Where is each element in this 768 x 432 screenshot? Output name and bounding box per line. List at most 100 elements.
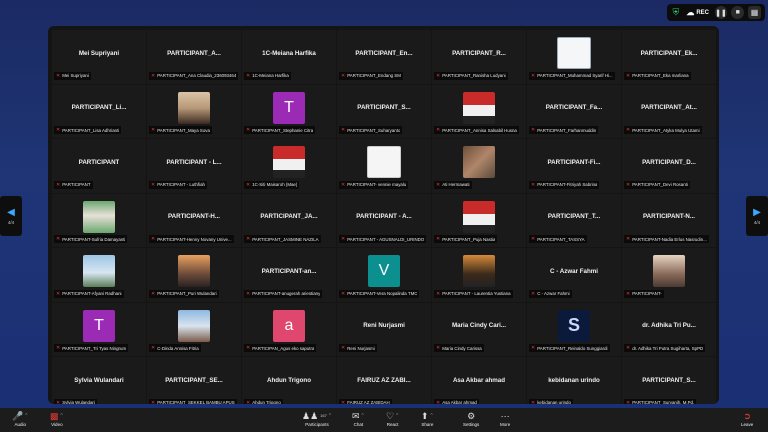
participant-tile[interactable]: V ✕ PARTICIPANT-Vera Nopalinda TMC — [337, 248, 431, 302]
share-button[interactable]: ⬆ ⌃ Share — [421, 410, 434, 427]
participant-name: PARTICIPANT-anugerah ariestiany — [252, 291, 321, 296]
participant-tile[interactable]: FAIRUZ AZ ZABI... ✕ FAIRUZ AZ ZABIDAH — [337, 357, 431, 404]
participant-tile[interactable]: ✕ PARTICIPANT_Puri Wulandari — [147, 248, 241, 302]
participant-tile[interactable]: PARTICIPANT_JA... ✕ PARTICIPANT_JASMINE NA… — [242, 193, 336, 247]
participant-display-name: dr. Adhika Tri Pu... — [642, 322, 696, 329]
audio-button[interactable]: 🎤 ⌃ Audio — [12, 410, 28, 427]
mic-muted-icon: ✕ — [626, 72, 631, 79]
settings-label: Settings — [463, 422, 480, 427]
participant-tile[interactable]: PARTICIPANT_D... ✕ PARTICIPANT_Devi Rosant… — [622, 139, 716, 193]
participant-tile[interactable]: PARTICIPANT_S... ✕ PARTICIPANT_Suryanih, M… — [622, 357, 716, 404]
participant-tile[interactable]: ✕ PARTICIPANT-Afyani Radhani — [52, 248, 146, 302]
participant-tile[interactable]: Asa Akbar ahmad ✕ Asa Akbar ahmad — [432, 357, 526, 404]
participant-tile[interactable]: PARTICIPANT_A... ✕ PARTICIPANT_Ana Claudia… — [147, 30, 241, 84]
participant-display-name: PARTICIPANT-H... — [167, 213, 221, 220]
chevron-up-icon[interactable]: ⌃ — [361, 410, 365, 422]
participant-tile[interactable]: dr. Adhika Tri Pu... ✕ dr. Adhika Tri Putr… — [622, 302, 716, 356]
participant-tile[interactable]: ✕ PARTICIPANT_Muhammad Syarif Hi... — [527, 30, 621, 84]
participant-name-label: ✕ PARTICIPANT_Lisa Adhrianti — [54, 126, 122, 134]
participant-tile[interactable]: PARTICIPANT-N... ✕ PARTICIPANT-Nadia Erlus… — [622, 193, 716, 247]
participant-tile[interactable]: ✕ 1C-Siti Maisaroh (Mae) — [242, 139, 336, 193]
participant-tile[interactable]: Sylvia Wulandari ✕ Sylvia Wulandari — [52, 357, 146, 404]
participant-tile[interactable]: ✕ PARTICIPANT - Laurentia Yustiana — [432, 248, 526, 302]
participant-tile[interactable]: PARTICIPANT ✕ PARTICIPANT — [52, 139, 146, 193]
participant-name: PARTICIPANT_Puri Wulandari — [157, 291, 217, 296]
recording-indicator[interactable]: ☁ REC — [685, 6, 711, 19]
chevron-up-icon[interactable]: ⌃ — [60, 410, 64, 422]
more-button[interactable]: ⋯ More — [500, 410, 510, 427]
participant-tile[interactable]: Reni Nurjasmi ✕ Reni Nurjasmi — [337, 302, 431, 356]
tile-content — [147, 90, 241, 126]
participants-button[interactable]: ♟♟ 167 ⌃ Participants — [302, 410, 332, 427]
participant-tile[interactable]: S ✕ PARTICIPANT_Reinaldo Sunggiardi — [527, 302, 621, 356]
pause-recording-button[interactable]: ❚❚ — [714, 6, 728, 19]
participant-name: PARTICIPANT- vennie mayalu — [347, 182, 407, 187]
participant-tile[interactable]: ✕ PARTICIPANT- — [622, 248, 716, 302]
participant-tile[interactable]: Maria Cindy Cari... ✕ Maria Cindy Carissa — [432, 302, 526, 356]
participant-tile[interactable]: C - Azwar Fahmi ✕ C - Azwar Fahmi — [527, 248, 621, 302]
mic-muted-icon: ✕ — [151, 345, 156, 351]
participant-tile[interactable]: PARTICIPANT_Li... ✕ PARTICIPANT_Lisa Adhri… — [52, 84, 146, 138]
participant-name: PARTICIPANT- — [632, 291, 662, 296]
participant-tile[interactable]: PARTICIPANT_Fa... ✕ PARTICIPANT_Farhanmudd… — [527, 84, 621, 138]
participant-display-name: PARTICIPANT_A... — [167, 49, 221, 57]
chevron-up-icon[interactable]: ⌃ — [430, 410, 434, 422]
participant-tile[interactable]: Mei Supriyani ✕ Mei Supriyani — [52, 30, 146, 84]
participant-name: C - Azwar Fahmi — [537, 291, 570, 296]
participant-name: PARTICIPANT_Endang SM — [347, 73, 401, 78]
participant-tile[interactable]: Ahdun Trigono ✕ Ahdun Trigono — [242, 357, 336, 404]
participant-tile[interactable]: PARTICIPANT_T... ✕ PARTICIPANT_TASSYA — [527, 193, 621, 247]
stop-recording-button[interactable]: ■ — [731, 6, 745, 19]
participant-tile[interactable]: ✕ PARTICIPANT_Puja Nastia — [432, 193, 526, 247]
chevron-up-icon[interactable]: ⌃ — [328, 410, 332, 422]
chevron-up-icon[interactable]: ⌃ — [24, 410, 28, 422]
participant-tile[interactable]: PARTICIPANT-an... ✕ PARTICIPANT-anugerah a… — [242, 248, 336, 302]
participant-tile[interactable]: PARTICIPANT_SE... ✕ PARTICIPANT_SEKKEL BAM… — [147, 357, 241, 404]
participant-tile[interactable]: ✕ C-Dinda Annisa Fitria — [147, 302, 241, 356]
video-button[interactable]: ▩ ⌃ Video — [50, 410, 64, 427]
tile-content: Sylvia Wulandari — [52, 362, 146, 398]
participant-tile[interactable]: PARTICIPANT_S... ✕ PARTICIPANT_Suharyanto — [337, 84, 431, 138]
rec-label: REC — [696, 9, 710, 16]
participant-tile[interactable]: ✕ PARTICIPANT- vennie mayalu — [337, 139, 431, 193]
participant-tile[interactable]: ✕ PARTICIPANT-Sufria Damayanti — [52, 193, 146, 247]
participant-tile[interactable]: T ✕ PARTICIPANT_Stephanie Citra — [242, 84, 336, 138]
participant-tile[interactable]: PARTICIPANT-Fi... ✕ PARTICIPANT-Fitriyah S… — [527, 139, 621, 193]
participant-tile[interactable]: PARTICIPANT-H... ✕ PARTICIPANT-Henny Novan… — [147, 193, 241, 247]
tile-content: PARTICIPANT_S... — [337, 90, 431, 126]
participant-tile[interactable]: PARTICIPANT_At... ✕ PARTICIPANT_Atyka Muly… — [622, 84, 716, 138]
participant-tile[interactable]: PARTICIPANT_En... ✕ PARTICIPANT_Endang SM — [337, 30, 431, 84]
participant-name-label: ✕ FAIRUZ AZ ZABIDAH — [339, 398, 392, 404]
settings-button[interactable]: ⚙ Settings — [463, 410, 479, 427]
next-page-button[interactable]: ▶ 4/4 — [746, 196, 768, 236]
participant-name: PARTICIPANT_Maya Sova — [157, 127, 210, 133]
participant-tile[interactable]: PARTICIPANT_Ek... ✕ PARTICIPANT_Eka marlia… — [622, 30, 716, 84]
tile-content — [432, 199, 526, 235]
participant-tile[interactable]: T ✕ PARTICIPANT_Tri Tyas Ningrum — [52, 302, 146, 356]
page-indicator-left: 4/4 — [7, 219, 15, 225]
participant-name: Sylvia Wulandari — [62, 400, 95, 404]
participant-tile[interactable]: a ✕ PARTICIPAN_Agus eko saputra — [242, 302, 336, 356]
chat-button[interactable]: ✉ ⌃ Chat — [352, 410, 365, 427]
tile-content: Asa Akbar ahmad — [432, 362, 526, 398]
react-button[interactable]: ♡ ⌃ React — [386, 410, 399, 427]
audio-label: Audio — [14, 422, 26, 427]
participant-tile[interactable]: ✕ PARTICIPANT_Maya Sova — [147, 84, 241, 138]
participant-tile[interactable]: PARTICIPANT - A... ✕ PARTICIPANT - AGUSNAL… — [337, 193, 431, 247]
participant-tile[interactable]: PARTICIPANT_R... ✕ PARTICIPANT_Ranisha Lud… — [432, 30, 526, 84]
participant-name: dr. Adhika Tri Putra Sugiharta, SpPD — [632, 345, 704, 351]
avatar — [463, 255, 495, 287]
participant-name-label: ✕ PARTICIPANT-anugerah ariestiany — [244, 289, 323, 298]
participant-tile[interactable]: 1C-Meiana Harfika ✕ 1C-Meiana Harfika — [242, 30, 336, 84]
participant-tile[interactable]: ✕ Ati Hermawati — [432, 139, 526, 193]
mic-muted-icon: ✕ — [531, 236, 536, 242]
participant-tile[interactable]: kebidanan urindo ✕ kebidanan urindo — [527, 357, 621, 404]
participant-tile[interactable]: PARTICIPANT - L... ✕ PARTICIPANT - Luthfia… — [147, 139, 241, 193]
participant-tile[interactable]: ✕ PARTICIPANT_Annisa Salsabil Husna — [432, 84, 526, 138]
chevron-up-icon[interactable]: ⌃ — [395, 410, 399, 422]
participant-name-label: ✕ PARTICIPANT_Muhammad Syarif Hi... — [529, 71, 615, 80]
leave-button[interactable]: ➲ Leave — [741, 410, 753, 427]
shield-icon[interactable]: ⛨ — [671, 6, 681, 19]
previous-page-button[interactable]: ◀ 4/4 — [0, 196, 22, 236]
view-grid-button[interactable]: ▦ — [748, 6, 761, 19]
